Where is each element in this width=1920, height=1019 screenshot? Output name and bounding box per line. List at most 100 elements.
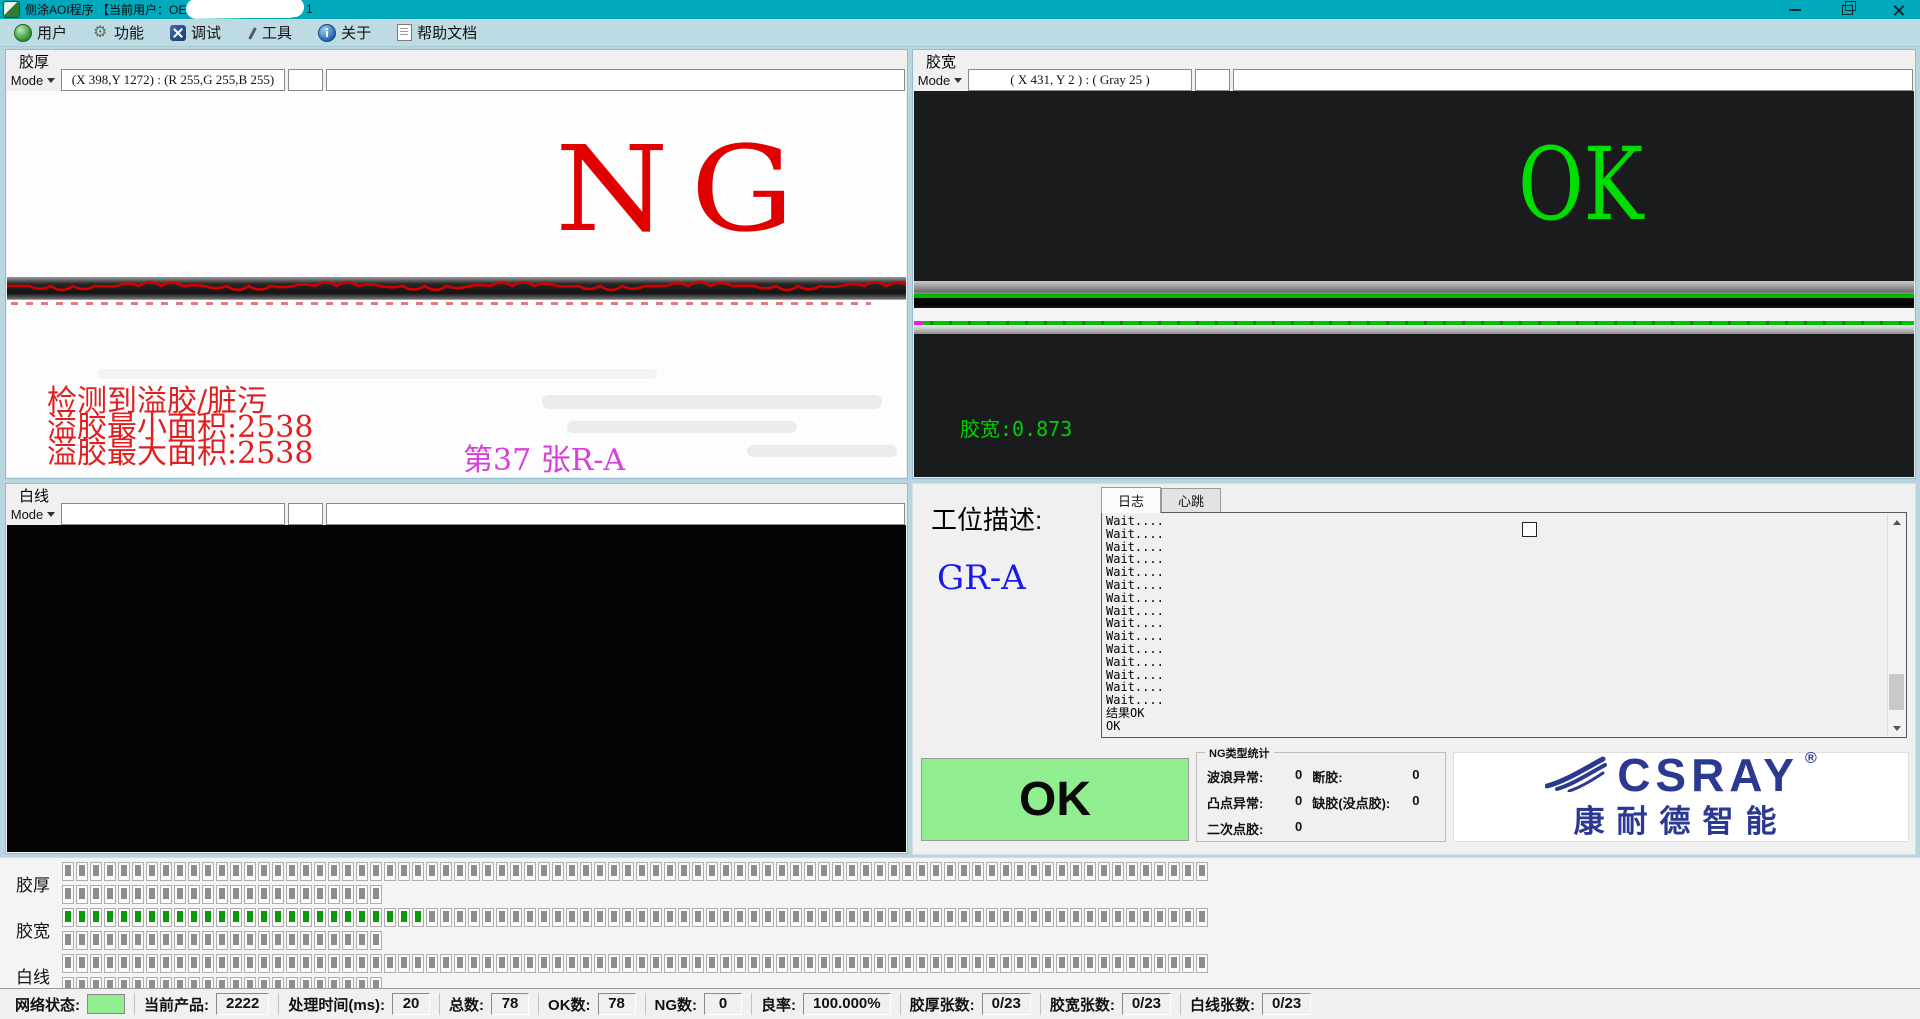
close-button[interactable] <box>1886 0 1912 19</box>
indicator-cell <box>846 908 858 927</box>
menu-item-help-doc[interactable]: 帮助文档 <box>397 22 477 43</box>
status-field: 处理时间(ms): 20 <box>278 993 439 1015</box>
indicator-cell <box>62 931 74 950</box>
log-checkbox[interactable] <box>1522 522 1537 537</box>
mode-dropdown[interactable]: Mode <box>915 69 965 91</box>
gear-icon: ⚙ <box>93 25 109 41</box>
log-line: Wait.... <box>1106 605 1884 618</box>
scroll-up-icon[interactable] <box>1888 514 1905 530</box>
indicator-cell <box>678 954 690 973</box>
mode-dropdown[interactable]: Mode <box>8 503 58 525</box>
toolbar-field-small <box>288 503 323 525</box>
log-line: Wait.... <box>1106 541 1884 554</box>
indicator-cell <box>1112 908 1124 927</box>
detect-line: 溢胶最大面积:2538 <box>47 441 313 467</box>
indicator-cell <box>818 862 830 881</box>
image-view-white-line[interactable] <box>7 525 906 852</box>
overall-result-button[interactable]: OK <box>921 758 1189 841</box>
indicator-cell <box>1098 908 1110 927</box>
indicator-cell <box>1126 954 1138 973</box>
indicator-cell <box>76 862 88 881</box>
indicator-cell <box>482 908 494 927</box>
log-scrollbar[interactable] <box>1887 514 1905 736</box>
indicator-cell <box>356 954 368 973</box>
indicator-cell <box>202 954 214 973</box>
status-field-label: 总数: <box>449 994 484 1015</box>
indicator-cell <box>174 862 186 881</box>
indicator-cell <box>244 954 256 973</box>
log-box[interactable]: Wait....Wait....Wait....Wait....Wait....… <box>1101 512 1907 738</box>
indicator-cell <box>650 954 662 973</box>
menu-item-debug[interactable]: 调试 <box>170 22 221 43</box>
indicator-cell <box>944 908 956 927</box>
log-line: Wait.... <box>1106 656 1884 669</box>
ng-stats-col1: 波浪异常: 0 凸点异常: 0 二次点胶: 0 <box>1207 767 1302 838</box>
status-field-value: 0/23 <box>1122 993 1171 1015</box>
status-field-label: 胶宽张数: <box>1050 994 1115 1015</box>
status-field-value: 78 <box>491 993 529 1015</box>
app-window: 侧涂AOI程序 【当前用户：OEM】 编 1 用户 ⚙ 功能 调试 工具 <box>0 0 1920 1019</box>
restore-button[interactable] <box>1834 0 1860 19</box>
mode-label: Mode <box>11 507 44 522</box>
indicator-cell <box>1126 908 1138 927</box>
indicator-cell <box>202 885 214 904</box>
indicator-row <box>62 862 1208 881</box>
menu-item-tools[interactable]: 工具 <box>247 22 292 43</box>
scrollbar-thumb[interactable] <box>1889 674 1904 710</box>
ng-stat-value: 0 <box>1412 793 1419 812</box>
indicator-cell <box>762 862 774 881</box>
mode-label: Mode <box>11 73 44 88</box>
indicator-cell <box>874 954 886 973</box>
indicator-cell <box>300 862 312 881</box>
menu-item-about[interactable]: 关于 <box>318 22 371 43</box>
minimize-button[interactable] <box>1782 0 1808 19</box>
mode-dropdown[interactable]: Mode <box>8 69 58 91</box>
indicator-cell <box>916 908 928 927</box>
indicator-cell <box>132 954 144 973</box>
indicator-cell <box>538 908 550 927</box>
indicator-cell <box>356 931 368 950</box>
status-field-label: NG数: <box>655 994 698 1015</box>
scroll-down-icon[interactable] <box>1888 720 1905 736</box>
indicator-cell <box>412 908 424 927</box>
logo-swoosh-icon <box>1545 756 1611 792</box>
indicator-cell <box>622 908 634 927</box>
indicator-cell <box>398 862 410 881</box>
indicator-cell <box>874 862 886 881</box>
indicator-cell <box>748 954 760 973</box>
indicator-cell <box>188 908 200 927</box>
tab-log[interactable]: 日志 <box>1101 487 1161 513</box>
indicator-cell <box>1196 862 1208 881</box>
indicator-cell <box>118 908 130 927</box>
toolbar-field-small <box>1195 69 1230 91</box>
ng-stat-value: 0 <box>1295 767 1302 786</box>
mode-label: Mode <box>918 73 951 88</box>
indicator-cell <box>104 931 116 950</box>
indicator-cell <box>972 954 984 973</box>
indicator-cell <box>1112 954 1124 973</box>
ng-stat-value: 0 <box>1295 819 1302 838</box>
indicator-cell <box>678 908 690 927</box>
indicator-cell <box>300 885 312 904</box>
indicator-cell <box>356 885 368 904</box>
menu-item-user[interactable]: 用户 <box>14 22 67 43</box>
indicator-cell <box>328 954 340 973</box>
indicator-cell <box>370 885 382 904</box>
image-view-glue-width[interactable]: OK 胶宽:0.873 <box>914 91 1914 477</box>
indicator-cell <box>62 954 74 973</box>
indicator-cell <box>188 954 200 973</box>
indicator-cell <box>342 931 354 950</box>
indicator-cell <box>1056 908 1068 927</box>
menu-item-functions[interactable]: ⚙ 功能 <box>93 22 144 43</box>
indicator-cell <box>1126 862 1138 881</box>
tab-heartbeat[interactable]: 心跳 <box>1161 488 1221 512</box>
redaction-scribble-2 <box>236 4 296 18</box>
indicator-cell <box>216 885 228 904</box>
indicator-cell <box>762 908 774 927</box>
indicator-cell <box>244 931 256 950</box>
indicator-cell <box>230 885 242 904</box>
indicator-cell <box>496 862 508 881</box>
status-field-label: 当前产品: <box>144 994 209 1015</box>
image-view-glue-thickness[interactable]: NG 检测到溢胶/脏污 溢胶最小面积:2538 溢胶最大面积:2538 第37 … <box>7 91 906 477</box>
log-line: 结果OK <box>1106 707 1884 720</box>
